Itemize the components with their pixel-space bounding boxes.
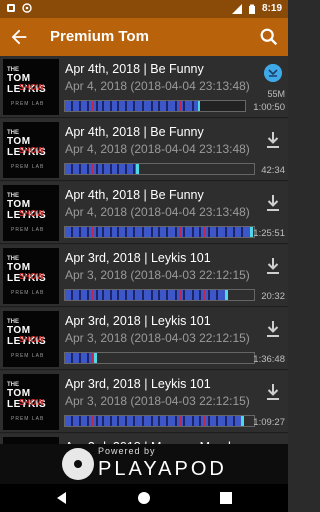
- episode-title: Apr 4th, 2018 | Be Funny: [65, 188, 204, 202]
- progress-cursor[interactable]: [94, 353, 97, 363]
- episode-duration: 1:09:27: [253, 417, 285, 428]
- app-notification-icon: [22, 3, 32, 13]
- show-thumbnail: THETOM LEYKISSHOWPREM LAB: [3, 437, 59, 444]
- signal-icon: [231, 3, 242, 14]
- downloaded-badge-icon[interactable]: [264, 64, 282, 82]
- navigation-bar: [0, 484, 288, 512]
- episode-date: Apr 4, 2018 (2018-04-04 23:13:48): [65, 205, 250, 219]
- download-icon[interactable]: [265, 257, 281, 275]
- notification-icon: [7, 4, 15, 12]
- episode-duration: 42:34: [261, 165, 285, 176]
- download-icon[interactable]: [265, 383, 281, 401]
- episode-duration: 20:32: [261, 291, 285, 302]
- nav-recents-icon[interactable]: [218, 490, 234, 506]
- download-icon[interactable]: [265, 320, 281, 338]
- playback-progress-bar[interactable]: [64, 100, 246, 112]
- episode-date: Apr 4, 2018 (2018-04-04 23:13:48): [65, 142, 250, 156]
- episode-item[interactable]: THETOM LEYKISSHOWPREM LABApr 3rd, 2018 |…: [0, 434, 288, 444]
- playback-progress-bar[interactable]: [64, 226, 255, 238]
- search-icon[interactable]: [258, 26, 280, 48]
- powered-by-footer[interactable]: Powered by PLAYAPOD: [0, 444, 288, 484]
- back-arrow-icon[interactable]: [8, 26, 30, 48]
- episode-title: Apr 3rd, 2018 | Leykis 101: [65, 251, 211, 265]
- progress-cursor[interactable]: [225, 290, 228, 300]
- brand-name: PLAYAPOD: [98, 458, 227, 480]
- file-size: 55M: [267, 89, 285, 99]
- episode-date: Apr 3, 2018 (2018-04-03 22:12:15): [65, 268, 250, 282]
- app-bar: Premium Tom: [0, 18, 288, 56]
- episode-item[interactable]: THE TOM LEYKIS SHOW PREM LAB Apr 4th, 2018 |…: [0, 56, 288, 118]
- episode-item[interactable]: THETOM LEYKISSHOWPREM LAB Apr 3rd, 2018 |…: [0, 308, 288, 370]
- episode-title: Apr 4th, 2018 | Be Funny: [65, 62, 204, 76]
- episode-title: Apr 4th, 2018 | Be Funny: [65, 125, 204, 139]
- unplayed-portion: [200, 101, 245, 111]
- episode-title: Apr 3rd, 2018 | Leykis 101: [65, 314, 211, 328]
- playback-progress-bar[interactable]: [64, 352, 255, 364]
- show-thumbnail: THETOM LEYKISSHOWPREM LAB: [3, 374, 59, 430]
- status-bar: 8:19: [0, 0, 288, 18]
- page-title: Premium Tom: [50, 28, 149, 45]
- episode-list[interactable]: THE TOM LEYKIS SHOW PREM LAB Apr 4th, 2018 |…: [0, 56, 288, 444]
- progress-fill: [65, 290, 227, 300]
- battery-icon: [248, 4, 255, 14]
- playback-progress-bar[interactable]: [64, 289, 255, 301]
- episode-date: Apr 3, 2018 (2018-04-03 22:12:15): [65, 394, 250, 408]
- powered-by-text: Powered by: [98, 446, 156, 456]
- show-thumbnail: THETOM LEYKISSHOWPREM LAB: [3, 311, 59, 367]
- nav-home-icon[interactable]: [136, 490, 152, 506]
- episode-duration: 1:36:48: [253, 354, 285, 365]
- episode-item[interactable]: THE TOM LEYKIS SHOW PREM LAB Apr 4th, 2018 |…: [0, 182, 288, 244]
- show-thumbnail: THETOM LEYKISSHOWPREM LAB: [3, 122, 59, 178]
- episode-item[interactable]: THE TOM LEYKIS SHOW PREM LAB Apr 4th, 2018 |…: [0, 119, 288, 181]
- download-icon[interactable]: [265, 194, 281, 212]
- playback-progress-bar[interactable]: [64, 415, 255, 427]
- show-thumbnail: THETOM LEYKISSHOWPREM LAB: [3, 248, 59, 304]
- download-icon[interactable]: [265, 131, 281, 149]
- show-thumbnail: THETOM LEYKISSHOWPREM LAB: [3, 185, 59, 241]
- episode-date: Apr 3, 2018 (2018-04-03 22:12:15): [65, 331, 250, 345]
- episode-title: Apr 3rd, 2018 | Leykis 101: [65, 377, 211, 391]
- episode-duration: 1:25:51: [253, 228, 285, 239]
- nav-back-icon[interactable]: [54, 490, 70, 506]
- playback-progress-bar[interactable]: [64, 163, 255, 175]
- progress-cursor[interactable]: [241, 416, 244, 426]
- episode-item[interactable]: THETOM LEYKISSHOWPREM LAB Apr 3rd, 2018 |…: [0, 245, 288, 307]
- progress-cursor[interactable]: [136, 164, 139, 174]
- playapod-logo-icon: [62, 448, 94, 480]
- episode-date: Apr 4, 2018 (2018-04-04 23:13:48): [65, 79, 250, 93]
- status-time: 8:19: [261, 3, 282, 14]
- episode-item[interactable]: THETOM LEYKISSHOWPREM LAB Apr 3rd, 2018 |…: [0, 371, 288, 433]
- show-thumbnail: THETOM LEYKISSHOWPREM LAB: [3, 59, 59, 115]
- episode-duration: 1:00:50: [253, 102, 285, 113]
